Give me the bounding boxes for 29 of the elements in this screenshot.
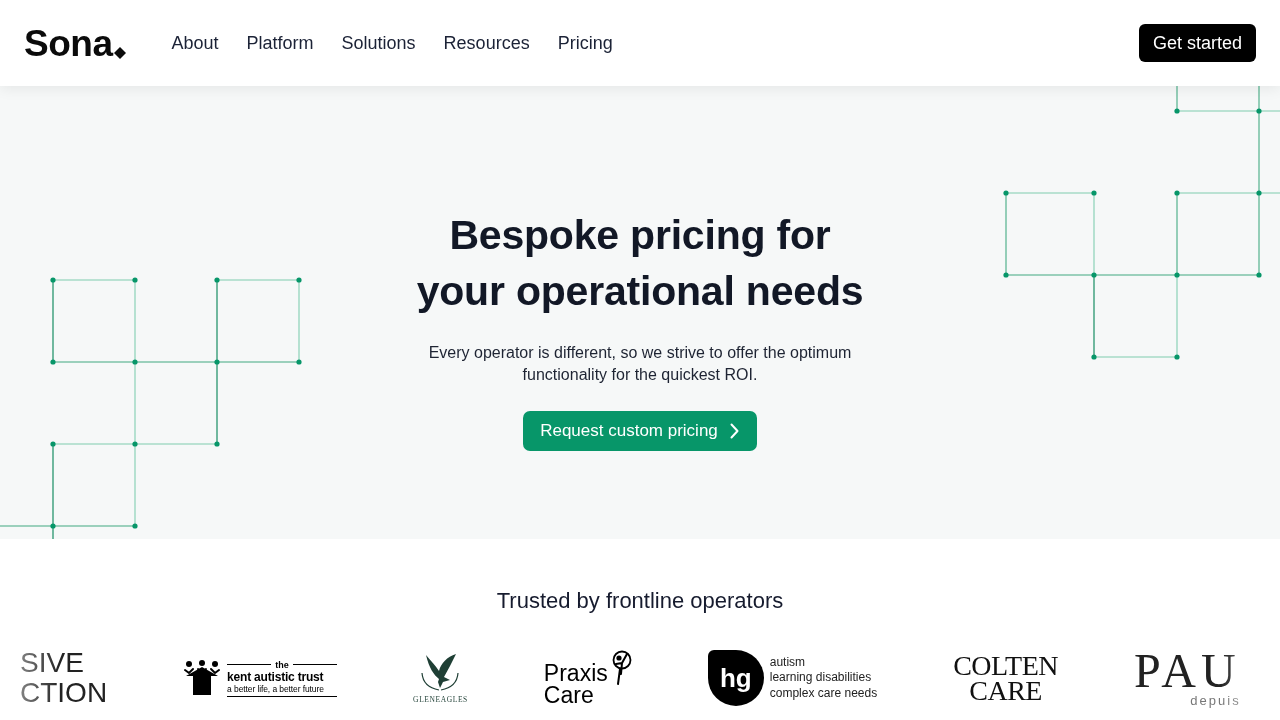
logo-link[interactable]: Sona bbox=[24, 24, 127, 62]
diamond-icon bbox=[114, 46, 127, 59]
nav-link[interactable]: Resources bbox=[443, 32, 530, 54]
logo-tagline: depuis bbox=[1190, 692, 1241, 708]
logo-tagline: complex care needs bbox=[769, 685, 878, 702]
hero-description: Every operator is different, so we strive to offer the optimum functionality for the quickest ROI. bbox=[427, 343, 853, 385]
logo-wordmark: Care bbox=[543, 684, 595, 706]
get-started-button[interactable]: Get started bbox=[1138, 24, 1256, 62]
logo-mark: hg bbox=[707, 650, 764, 706]
nav-link[interactable]: Pricing bbox=[557, 32, 613, 54]
hero-heading: Bespoke pricing for your operational needs bbox=[416, 211, 864, 316]
section-heading: Trusted by frontline operators bbox=[495, 587, 785, 615]
house-people-icon bbox=[183, 660, 222, 696]
logo-wordmark: CARE bbox=[969, 678, 1042, 703]
logo-wordmark: SIVE bbox=[20, 648, 85, 678]
logo-wordmark: Praxis bbox=[543, 662, 608, 684]
logo-wordmark: kent autistic trust bbox=[227, 669, 325, 684]
logo-wordmark: PAU bbox=[1134, 648, 1241, 693]
logo-wordmark: CTION bbox=[20, 678, 108, 708]
chevron-right-icon bbox=[729, 423, 739, 439]
logo-wordmark: the bbox=[275, 659, 289, 670]
nav-link[interactable]: About bbox=[171, 32, 219, 54]
logo-tagline: autism bbox=[769, 654, 807, 671]
logo-tagline: learning disabilities bbox=[769, 670, 873, 686]
nav-link[interactable]: Platform bbox=[246, 32, 314, 54]
request-pricing-button[interactable]: Request custom pricing bbox=[523, 411, 757, 451]
logo-tagline: a better life, a better future bbox=[227, 683, 338, 697]
logo-wordmark: COLTEN bbox=[953, 653, 1058, 678]
nav-link[interactable]: Solutions bbox=[341, 32, 416, 54]
